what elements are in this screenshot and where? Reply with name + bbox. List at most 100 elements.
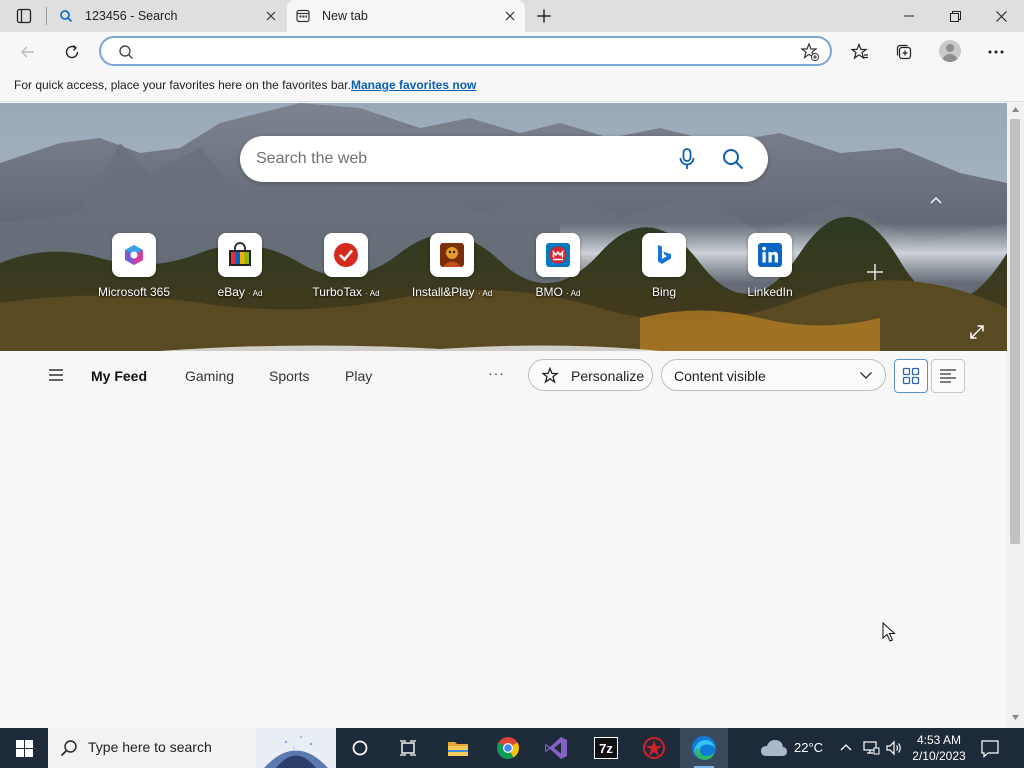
quick-link-installplay[interactable]: Install&Play · Ad — [402, 233, 502, 303]
refresh-button[interactable] — [58, 38, 86, 66]
quick-link-turbotax[interactable]: TurboTax · Ad — [296, 233, 396, 303]
chrome-button[interactable] — [484, 728, 532, 768]
personalize-button[interactable]: Personalize — [528, 359, 653, 391]
arrow-left-icon — [21, 46, 34, 58]
quick-links: Microsoft 365 eBay · Ad TurboTax · Ad In… — [0, 233, 1007, 303]
web-search-box[interactable]: Search the web — [240, 136, 768, 182]
start-button[interactable] — [0, 728, 48, 768]
restore-button[interactable] — [932, 0, 978, 32]
favorites-button[interactable] — [846, 38, 874, 66]
expand-icon — [970, 325, 984, 339]
quick-link-linkedin[interactable]: LinkedIn — [720, 233, 820, 303]
close-tab-button[interactable] — [264, 9, 278, 23]
manage-favorites-link[interactable]: Manage favorites now — [351, 78, 476, 92]
new-tab-page: Search the web Microsoft 365 eBay · Ad T… — [0, 103, 1007, 728]
tile-label: TurboTax · Ad — [312, 285, 380, 299]
tile-label: BMO · Ad — [535, 285, 581, 299]
new-tab-button[interactable] — [533, 5, 555, 27]
notifications-button[interactable] — [980, 738, 1000, 758]
feed-tab-sports[interactable]: Sports — [269, 368, 309, 384]
red-app-button[interactable] — [630, 728, 678, 768]
tile-icon-box — [642, 233, 686, 277]
scroll-down-arrow-icon[interactable] — [1012, 715, 1019, 720]
scrollbar-thumb[interactable] — [1010, 119, 1020, 544]
tab-new-tab[interactable]: New tab — [287, 0, 525, 32]
tab-strip: 123456 - Search New tab — [0, 0, 1024, 32]
quick-link-bing[interactable]: Bing — [614, 233, 714, 303]
favorites-bar: For quick access, place your favorites h… — [0, 70, 1024, 102]
close-icon — [995, 10, 1007, 22]
task-view-button[interactable] — [384, 728, 432, 768]
taskbar-search-box[interactable]: Type here to search — [48, 728, 336, 768]
tab-actions-button[interactable] — [10, 6, 38, 26]
network-button[interactable] — [862, 739, 880, 757]
volume-button[interactable] — [885, 739, 903, 757]
close-tab-button[interactable] — [503, 9, 517, 23]
more-horizontal-icon — [988, 50, 1004, 54]
task-view-icon — [400, 740, 416, 756]
content-visibility-dropdown[interactable]: Content visible — [661, 359, 886, 391]
file-explorer-button[interactable] — [434, 728, 482, 768]
collections-icon — [896, 44, 912, 60]
tile-icon-box — [536, 233, 580, 277]
add-quick-link-button[interactable] — [862, 259, 888, 285]
grid-view-button[interactable] — [894, 359, 928, 393]
close-window-button[interactable] — [978, 0, 1024, 32]
scroll-up-arrow-icon[interactable] — [1012, 107, 1019, 112]
content-visibility-value: Content visible — [674, 368, 766, 384]
feed-tab-gaming[interactable]: Gaming — [185, 368, 234, 384]
browser-toolbar — [0, 32, 1024, 70]
hero-background: Search the web Microsoft 365 eBay · Ad T… — [0, 103, 1007, 351]
collapse-hero-button[interactable] — [928, 195, 944, 205]
search-icon — [60, 10, 73, 23]
edge-icon — [692, 736, 716, 760]
visual-studio-button[interactable] — [532, 728, 580, 768]
weather-temperature: 22°C — [794, 740, 824, 755]
web-search-submit-button[interactable] — [722, 148, 744, 170]
file-explorer-icon — [448, 742, 468, 756]
quick-link-microsoft365[interactable]: Microsoft 365 — [84, 233, 184, 303]
plus-icon — [867, 264, 883, 280]
fullscreen-background-button[interactable] — [970, 325, 984, 339]
mouse-pointer-icon — [882, 622, 896, 642]
search-icon — [60, 740, 77, 757]
address-input[interactable] — [141, 42, 761, 60]
back-button[interactable] — [14, 38, 42, 66]
edge-button[interactable] — [680, 728, 728, 768]
7zip-button[interactable]: 7z — [582, 728, 630, 768]
plus-icon — [537, 9, 551, 23]
web-search-placeholder[interactable]: Search the web — [256, 150, 367, 168]
minimize-icon — [904, 15, 914, 17]
search-icon — [119, 45, 133, 59]
quick-link-ebay[interactable]: eBay · Ad — [190, 233, 290, 303]
star-add-icon — [800, 42, 820, 62]
feed-tab-my-feed[interactable]: My Feed — [91, 368, 147, 384]
favorites-icon — [851, 43, 868, 60]
personalize-label: Personalize — [571, 368, 645, 384]
minimize-button[interactable] — [886, 0, 932, 32]
add-favorite-button[interactable] — [800, 42, 820, 62]
chevron-down-icon — [860, 372, 872, 379]
feed-menu-button[interactable] — [48, 369, 64, 381]
feed-tab-play[interactable]: Play — [345, 368, 372, 384]
microsoft365-icon — [125, 245, 143, 265]
taskbar-clock[interactable]: 4:53 AM 2/10/2023 — [907, 732, 971, 764]
feed-more-button[interactable]: ··· — [488, 365, 505, 381]
show-hidden-icons-button[interactable] — [839, 739, 853, 757]
tab-title: New tab — [322, 9, 368, 23]
weather-widget[interactable]: 22°C — [760, 728, 830, 768]
collections-button[interactable] — [890, 38, 918, 66]
settings-more-button[interactable] — [982, 38, 1010, 66]
address-bar[interactable] — [99, 36, 832, 66]
bing-icon — [658, 245, 671, 264]
page-scrollbar[interactable] — [1007, 103, 1024, 728]
profile-avatar[interactable] — [939, 40, 961, 62]
quick-link-bmo[interactable]: BMO · Ad — [508, 233, 608, 303]
tab-search[interactable]: 123456 - Search — [50, 0, 286, 32]
windows-logo-icon — [15, 739, 33, 757]
chrome-icon — [497, 737, 519, 759]
list-view-button[interactable] — [931, 359, 965, 393]
voice-search-button[interactable] — [678, 148, 696, 170]
microphone-icon — [679, 148, 695, 169]
cortana-button[interactable] — [336, 728, 384, 768]
